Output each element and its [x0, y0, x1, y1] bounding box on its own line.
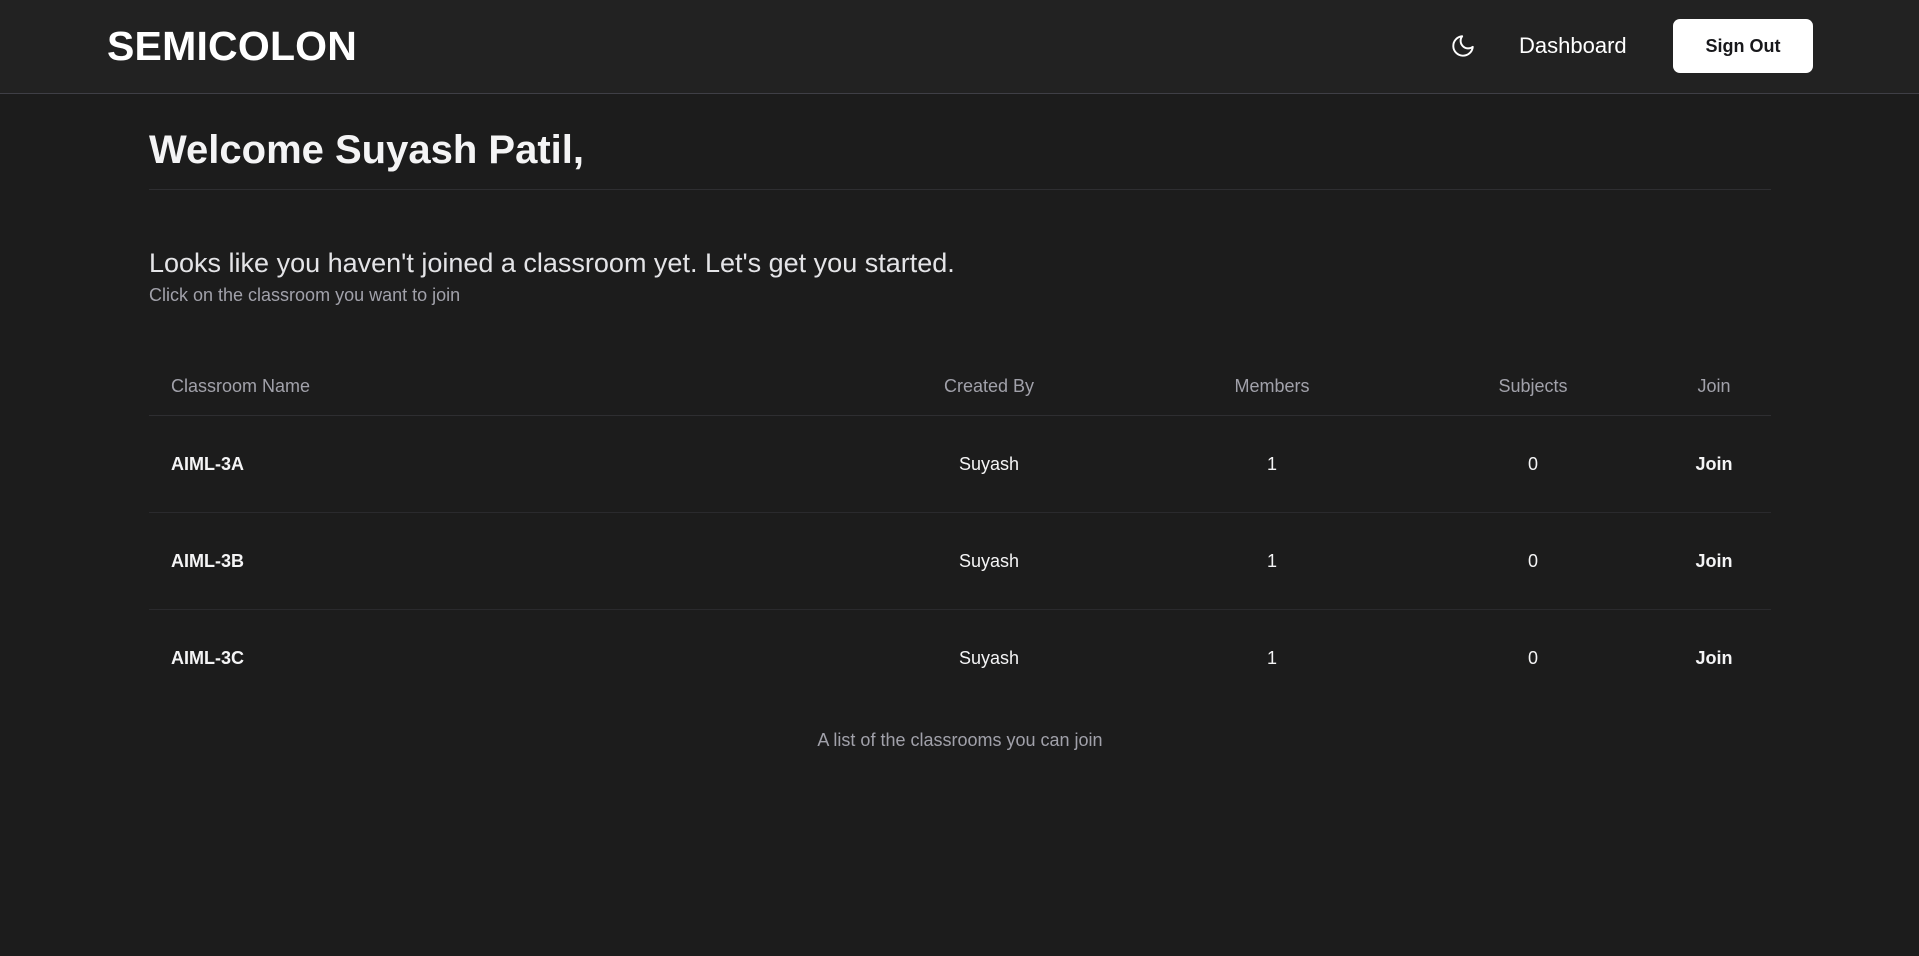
members-count: 1 — [1266, 550, 1277, 571]
join-button[interactable]: Join — [1639, 416, 1789, 512]
created-by: Suyash — [958, 453, 1020, 474]
moon-icon — [1452, 35, 1474, 57]
join-button[interactable]: Join — [1639, 610, 1789, 707]
column-header-created-by: Created By — [943, 375, 1035, 396]
top-navbar: SEMICOLON Dashboard Sign Out — [0, 0, 1919, 94]
classrooms-table: Classroom Name Created By Members Subjec… — [149, 357, 1771, 707]
table-caption: A list of the classrooms you can join — [817, 730, 1103, 750]
divider — [149, 189, 1771, 190]
welcome-heading: Welcome Suyash Patil, — [149, 128, 584, 172]
members-count: 1 — [1266, 453, 1277, 474]
table-header-row: Classroom Name Created By Members Subjec… — [149, 357, 1771, 416]
column-header-classroom-name: Classroom Name — [171, 375, 311, 396]
subjects-count: 0 — [1527, 648, 1538, 668]
members-count: 1 — [1266, 648, 1277, 668]
brand-logo[interactable]: SEMICOLON — [107, 22, 357, 70]
empty-state-headline: Looks like you haven't joined a classroo… — [149, 248, 955, 278]
table-row[interactable]: AIML-3C Suyash 1 0 Join — [149, 610, 1771, 707]
created-by: Suyash — [958, 550, 1020, 571]
nav-dashboard-link[interactable]: Dashboard — [1519, 30, 1627, 62]
sign-out-button[interactable]: Sign Out — [1673, 19, 1813, 73]
subjects-count: 0 — [1527, 453, 1538, 474]
classroom-name: AIML-3A — [171, 453, 244, 474]
classroom-name: AIML-3C — [171, 648, 244, 668]
theme-toggle-button[interactable] — [1446, 29, 1480, 63]
empty-state-subline: Click on the classroom you want to join — [149, 285, 461, 305]
column-header-members: Members — [1234, 375, 1310, 396]
classroom-name: AIML-3B — [171, 550, 244, 571]
table-row[interactable]: AIML-3A Suyash 1 0 Join — [149, 416, 1771, 513]
column-header-subjects: Subjects — [1498, 375, 1568, 396]
created-by: Suyash — [958, 648, 1020, 668]
subjects-count: 0 — [1527, 550, 1538, 571]
join-button[interactable]: Join — [1639, 513, 1789, 609]
column-header-join: Join — [1697, 375, 1731, 396]
table-row[interactable]: AIML-3B Suyash 1 0 Join — [149, 513, 1771, 610]
